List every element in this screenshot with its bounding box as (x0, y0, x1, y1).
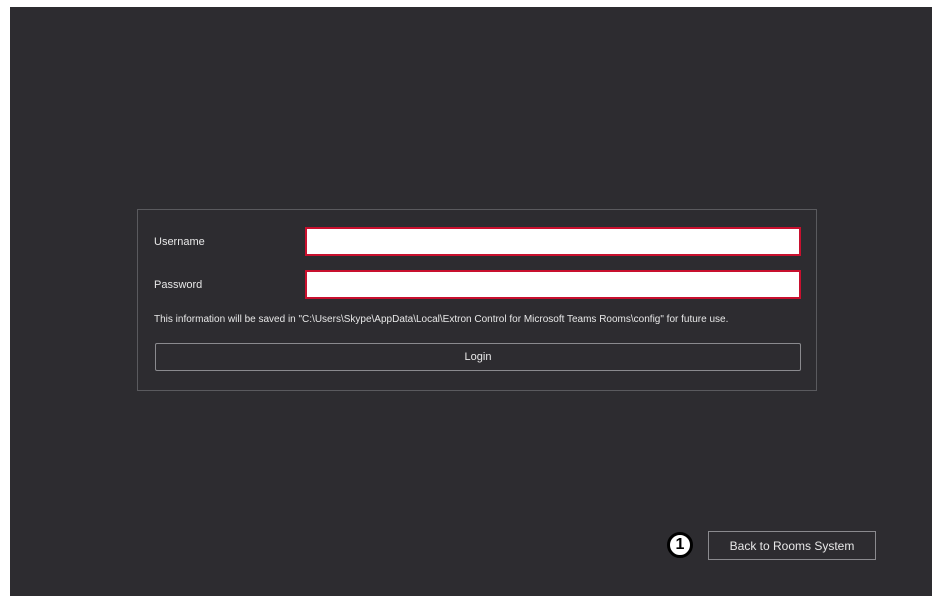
login-button-label: Login (464, 351, 492, 363)
app-screen: Username Password This information will … (10, 7, 932, 596)
callout-number: 1 (675, 536, 685, 553)
username-input[interactable] (305, 227, 801, 256)
back-button-label: Back to Rooms System (729, 538, 855, 553)
login-button[interactable]: Login (155, 343, 801, 371)
password-input[interactable] (305, 270, 801, 299)
save-location-info: This information will be saved in "C:\Us… (154, 314, 729, 325)
username-label: Username (154, 236, 205, 248)
callout-number-badge: 1 (667, 532, 693, 558)
login-panel: Username Password This information will … (137, 209, 817, 391)
password-label: Password (154, 279, 203, 291)
back-to-rooms-system-button[interactable]: Back to Rooms System (708, 531, 876, 560)
